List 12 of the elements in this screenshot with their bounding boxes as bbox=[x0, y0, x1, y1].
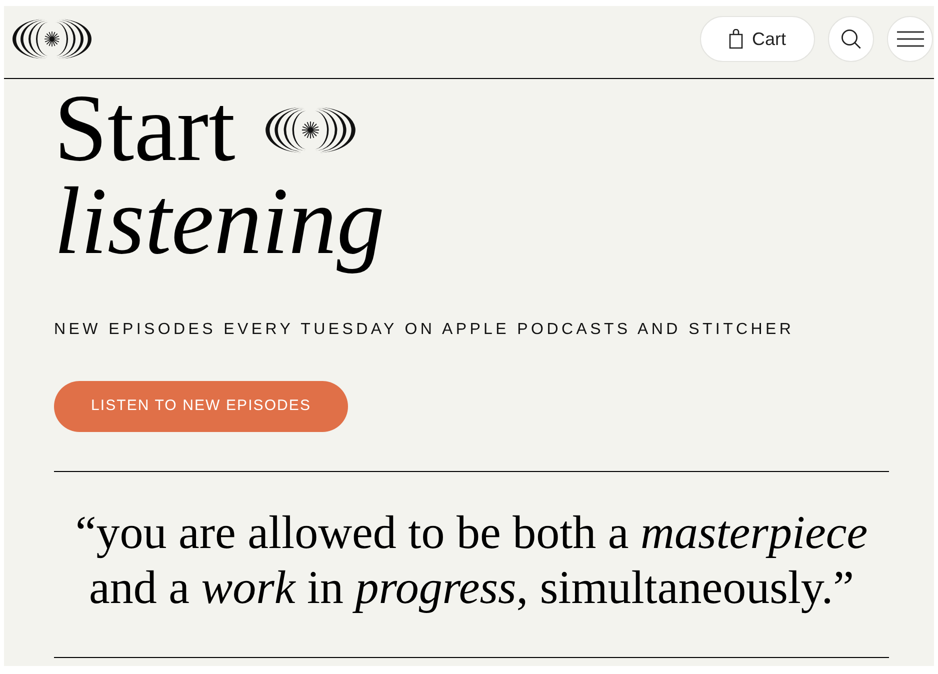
shopping-bag-icon bbox=[728, 29, 743, 49]
search-icon bbox=[841, 29, 861, 49]
hero-title: listening bbox=[54, 174, 386, 273]
menu-icon bbox=[896, 31, 924, 47]
cart-button[interactable]: Cart bbox=[700, 16, 815, 62]
logo-icon[interactable] bbox=[12, 18, 92, 60]
menu-button[interactable] bbox=[887, 16, 933, 62]
search-button[interactable] bbox=[828, 16, 874, 62]
subtitle: NEW EPISODES EVERY TUESDAY ON APPLE PODCASTS AND STITCHER bbox=[54, 320, 794, 340]
logo-icon bbox=[265, 106, 356, 154]
hero-title: Start bbox=[54, 81, 236, 174]
quote-text: “you are allowed to be both a masterpiece and a work in progress, simultaneously.” bbox=[74, 506, 869, 616]
